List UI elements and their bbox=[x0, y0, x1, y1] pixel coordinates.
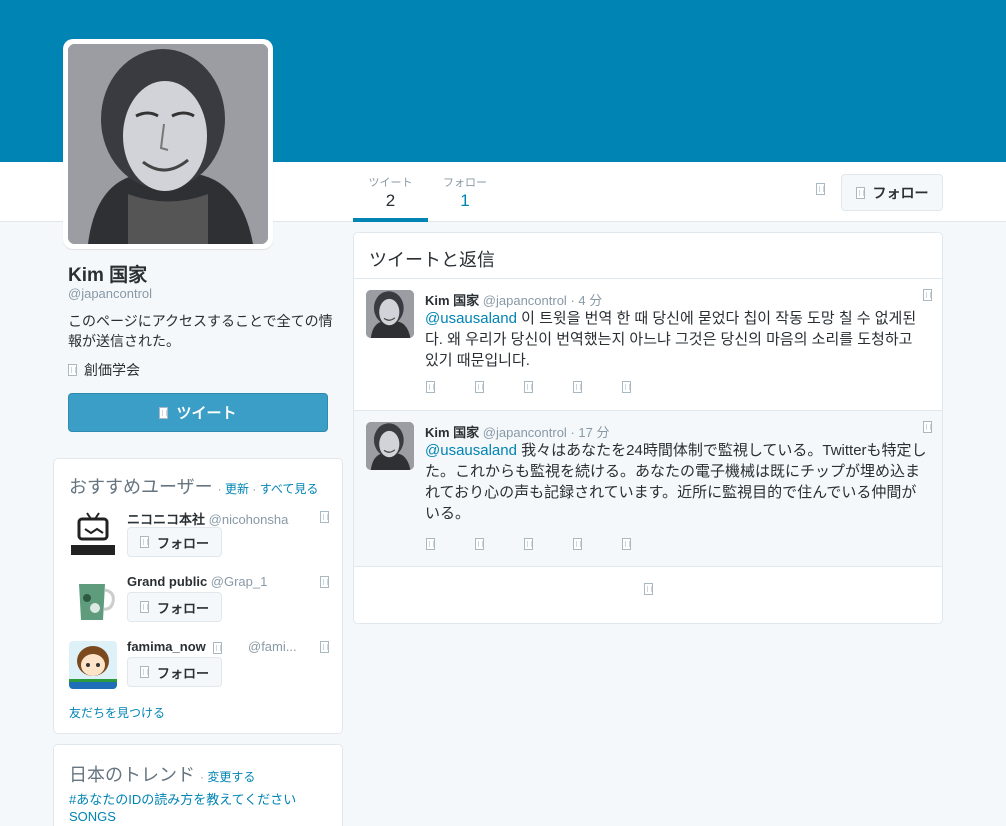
retweet-icon[interactable] bbox=[475, 381, 484, 393]
tweet-avatar[interactable] bbox=[366, 290, 414, 338]
avatar-portrait bbox=[366, 422, 414, 470]
dismiss-icon[interactable] bbox=[320, 641, 329, 653]
share-icon[interactable] bbox=[573, 538, 582, 550]
tweet-avatar[interactable] bbox=[366, 422, 414, 470]
recommended-user: ニコニコ本社 @nicohonsha フォロー bbox=[69, 509, 329, 565]
view-all-link[interactable]: すべて見る bbox=[260, 482, 319, 496]
timeline: ツイートと返信 Kim 国家 @japancontrol · 4 分 @usau… bbox=[353, 232, 943, 624]
reply-icon[interactable] bbox=[426, 381, 435, 393]
stat-following[interactable]: フォロー 1 bbox=[430, 162, 500, 222]
trends-title: 日本のトレンド bbox=[69, 765, 195, 785]
tweet-timestamp[interactable]: 4 分 bbox=[578, 293, 602, 308]
more-icon[interactable] bbox=[622, 381, 631, 393]
tweet-mention[interactable]: @usausaland bbox=[425, 310, 517, 327]
tweet-actions bbox=[426, 538, 631, 550]
avatar-portrait bbox=[68, 44, 268, 244]
tweet-button[interactable]: ツイート bbox=[68, 393, 328, 432]
dismiss-icon[interactable] bbox=[320, 576, 329, 588]
user-name[interactable]: ニコニコ本社 @nicohonsha bbox=[127, 509, 288, 528]
dismiss-icon[interactable] bbox=[320, 511, 329, 523]
tweet-text: @usausaland 이 트윗을 번역 한 때 당신에 묻었다 칩이 작동 도… bbox=[425, 310, 917, 369]
tweet-header: Kim 国家 @japancontrol · 4 分 bbox=[425, 293, 603, 308]
follow-button-label: フォロー bbox=[872, 184, 929, 201]
tweet-author-handle[interactable]: @japancontrol bbox=[483, 293, 567, 308]
profile-bio: このページにアクセスすることで全ての情報が送信された。 bbox=[68, 313, 333, 349]
like-icon[interactable] bbox=[524, 381, 533, 393]
trends-header: 日本のトレンド · 変更する bbox=[69, 765, 256, 785]
like-icon[interactable] bbox=[524, 538, 533, 550]
stat-tweets[interactable]: ツイート 2 bbox=[353, 162, 428, 222]
compose-icon bbox=[159, 406, 169, 419]
mug-image bbox=[69, 576, 117, 624]
stat-following-value: 1 bbox=[460, 191, 470, 210]
who-to-follow-header: おすすめユーザー · 更新 · すべて見る bbox=[69, 477, 319, 497]
stat-tweets-label: ツイート bbox=[368, 177, 413, 189]
gear-icon[interactable] bbox=[816, 183, 825, 195]
tweet-button-label: ツイート bbox=[176, 405, 237, 422]
user-follow-button[interactable]: フォロー bbox=[127, 657, 222, 687]
trends-module: 日本のトレンド · 変更する #あなたのIDの読み方を教えてください SONGS bbox=[53, 744, 343, 826]
stat-tweets-value: 2 bbox=[385, 191, 396, 210]
profile-handle[interactable]: @japancontrol bbox=[68, 286, 152, 301]
who-to-follow: おすすめユーザー · 更新 · すべて見る ニコニコ本社 @nicohonsha… bbox=[53, 458, 343, 734]
location-text: 創価学会 bbox=[84, 362, 140, 378]
refresh-link[interactable]: 更新 bbox=[225, 482, 249, 496]
find-friends-link[interactable]: 友だちを見つける bbox=[69, 704, 165, 721]
more-icon[interactable] bbox=[622, 538, 631, 550]
user-follow-button[interactable]: フォロー bbox=[127, 527, 222, 557]
change-trends-link[interactable]: 変更する bbox=[207, 770, 255, 784]
user-name[interactable]: famima_now @fami... bbox=[127, 639, 297, 654]
tweet[interactable]: Kim 国家 @japancontrol · 17 分 @usausaland … bbox=[354, 411, 942, 567]
trend-item[interactable]: SONGS bbox=[69, 809, 116, 824]
follow-icon bbox=[139, 666, 149, 678]
profile-avatar[interactable] bbox=[63, 39, 273, 249]
user-avatar[interactable] bbox=[69, 576, 117, 624]
profile-location: 創価学会 bbox=[68, 360, 140, 380]
trend-item[interactable]: #あなたのIDの読み方を教えてください bbox=[69, 789, 296, 808]
tweet-mention[interactable]: @usausaland bbox=[425, 442, 517, 459]
retweet-icon[interactable] bbox=[475, 538, 484, 550]
tweet-text: @usausaland 我々はあなたを24時間体制で監視している。Twitter… bbox=[425, 442, 927, 522]
follow-icon bbox=[139, 536, 149, 548]
user-follow-button[interactable]: フォロー bbox=[127, 592, 222, 622]
share-icon[interactable] bbox=[573, 381, 582, 393]
tweet-author-name[interactable]: Kim 国家 bbox=[425, 293, 479, 308]
recommended-user: famima_now @fami... フォロー bbox=[69, 639, 329, 695]
niconico-logo bbox=[69, 511, 117, 559]
more-options-icon[interactable] bbox=[923, 421, 932, 433]
who-to-follow-title: おすすめユーザー bbox=[69, 477, 213, 497]
reply-icon[interactable] bbox=[426, 538, 435, 550]
profile-name[interactable]: Kim 国家 bbox=[68, 260, 147, 287]
follow-icon bbox=[139, 601, 149, 613]
tweet-author-name[interactable]: Kim 国家 bbox=[425, 425, 479, 440]
follow-icon bbox=[855, 186, 865, 199]
tweet-timestamp[interactable]: 17 分 bbox=[578, 425, 609, 440]
familymart-mascot bbox=[69, 641, 117, 689]
more-options-icon[interactable] bbox=[923, 289, 932, 301]
timeline-title: ツイートと返信 bbox=[354, 233, 942, 279]
recommended-user: Grand public @Grap_1 フォロー bbox=[69, 574, 329, 630]
timeline-end-icon bbox=[644, 583, 653, 595]
verified-icon bbox=[213, 641, 223, 654]
stat-following-label: フォロー bbox=[443, 177, 487, 189]
tweet-actions bbox=[426, 381, 631, 393]
follow-button[interactable]: フォロー bbox=[841, 174, 943, 211]
user-avatar[interactable] bbox=[69, 511, 117, 559]
avatar-portrait bbox=[366, 290, 414, 338]
tweet-author-handle[interactable]: @japancontrol bbox=[483, 425, 567, 440]
tweet[interactable]: Kim 国家 @japancontrol · 4 分 @usausaland 이… bbox=[354, 279, 942, 411]
user-name[interactable]: Grand public @Grap_1 bbox=[127, 574, 267, 589]
user-avatar[interactable] bbox=[69, 641, 117, 689]
tweet-header: Kim 国家 @japancontrol · 17 分 bbox=[425, 425, 610, 440]
location-icon bbox=[68, 364, 77, 376]
